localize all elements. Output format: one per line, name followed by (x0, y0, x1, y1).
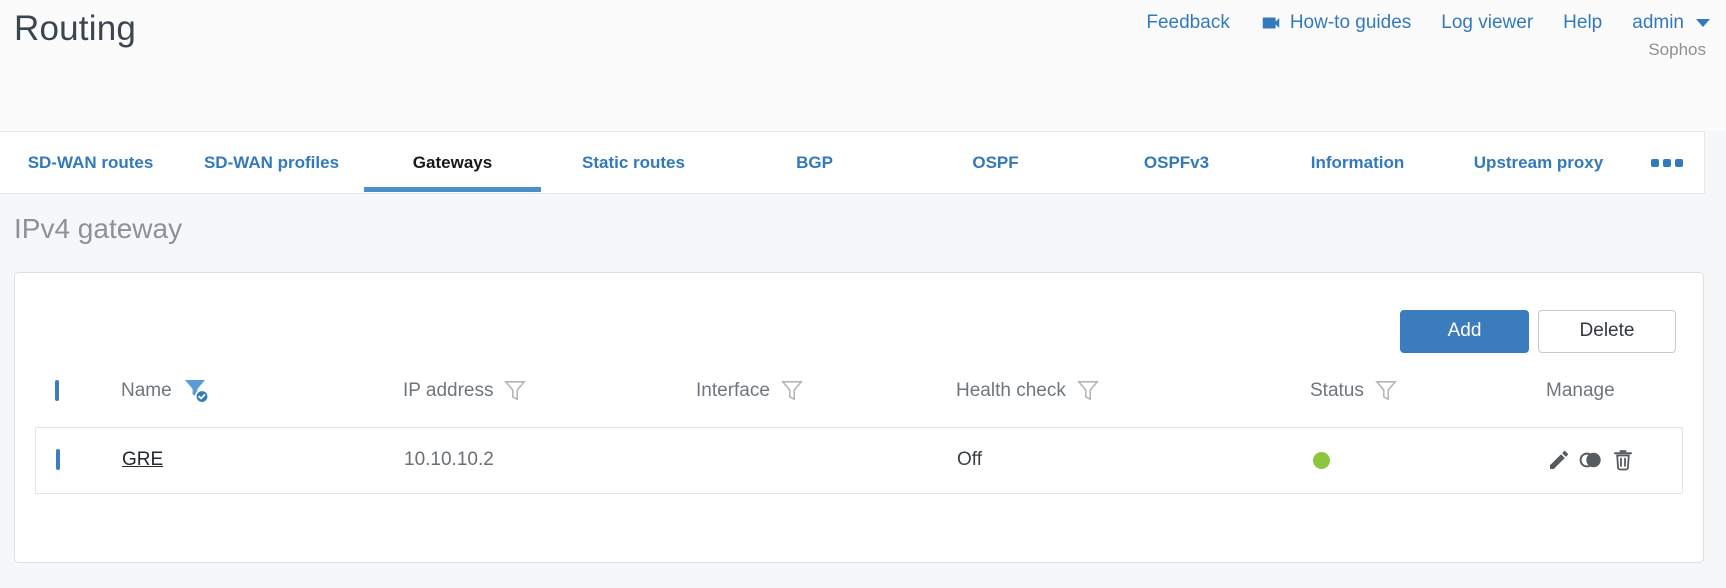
help-link-label: Help (1563, 12, 1603, 33)
help-link[interactable]: Help (1563, 12, 1602, 34)
table-row: GRE 10.10.10.2 Off (35, 426, 1683, 494)
status-green-dot (1313, 451, 1330, 469)
user-menu[interactable]: admin (1632, 12, 1710, 34)
column-header-name: Name (111, 377, 393, 404)
column-header-manage: Manage (1536, 380, 1683, 402)
video-camera-icon (1260, 12, 1282, 34)
column-header-manage-label: Manage (1546, 379, 1615, 401)
log-viewer-link[interactable]: Log viewer (1441, 12, 1533, 34)
content-area: IPv4 gateway Add Delete Name IP address … (0, 212, 1726, 563)
tab-gateways[interactable]: Gateways (362, 132, 543, 193)
tab-ospf[interactable]: OSPF (905, 132, 1086, 193)
tab-bgp[interactable]: BGP (724, 132, 905, 193)
gateway-ip-cell: 10.10.10.2 (404, 449, 494, 471)
tab-bar: SD-WAN routes SD-WAN profiles Gateways S… (0, 131, 1705, 194)
gateway-manage-cell (1537, 448, 1682, 472)
tab-upstream-proxy[interactable]: Upstream proxy (1448, 132, 1629, 193)
filter-icon[interactable] (1076, 379, 1099, 403)
ellipsis-icon (1650, 158, 1659, 167)
feedback-link-label: Feedback (1146, 12, 1230, 33)
header-checkbox-cell (35, 379, 111, 401)
section-heading: IPv4 gateway (14, 213, 183, 244)
column-header-ip-address: IP address (393, 379, 686, 403)
table-header: Name IP address Interface Health check S… (35, 376, 1683, 406)
filter-icon[interactable] (504, 379, 527, 403)
column-header-health-label: Health check (956, 379, 1066, 401)
chevron-down-icon (1696, 19, 1710, 27)
column-header-interface: Interface (686, 379, 946, 403)
column-header-status-label: Status (1310, 379, 1364, 401)
column-header-ip-label: IP address (403, 379, 494, 401)
panel-toolbar: Add Delete (35, 273, 1683, 353)
clone-icon[interactable] (1578, 448, 1604, 472)
gateway-name-link[interactable]: GRE (122, 449, 163, 470)
row-checkbox-cell (36, 449, 112, 471)
brand-label: Sophos (1648, 40, 1706, 59)
page-title: Routing (14, 9, 137, 48)
column-header-status: Status (1300, 379, 1536, 403)
tab-sdwan-routes[interactable]: SD-WAN routes (0, 132, 181, 193)
feedback-link[interactable]: Feedback (1146, 12, 1229, 34)
gateway-status-cell (1301, 451, 1537, 469)
top-nav: Feedback How-to guides Log viewer Help a… (1146, 12, 1710, 34)
row-checkbox[interactable] (56, 449, 60, 471)
select-all-checkbox[interactable] (55, 379, 59, 401)
column-header-name-label: Name (121, 379, 172, 401)
gateway-panel: Add Delete Name IP address Interface Hea… (14, 271, 1704, 563)
delete-button[interactable]: Delete (1538, 309, 1676, 353)
filter-icon[interactable] (781, 379, 803, 403)
gateway-name-cell: GRE (112, 449, 394, 471)
more-tabs-button[interactable] (1629, 132, 1704, 193)
filter-active-icon[interactable] (183, 377, 211, 404)
page-header: Routing Feedback How-to guides Log viewe… (0, 0, 1726, 131)
tab-static-routes[interactable]: Static routes (543, 132, 724, 193)
column-header-interface-label: Interface (696, 379, 770, 401)
add-button[interactable]: Add (1400, 309, 1529, 353)
tab-information[interactable]: Information (1267, 132, 1448, 193)
user-menu-label: admin (1632, 12, 1684, 33)
delete-trash-icon[interactable] (1611, 448, 1635, 472)
tab-sdwan-profiles[interactable]: SD-WAN profiles (181, 132, 362, 193)
header-right: Feedback How-to guides Log viewer Help a… (1146, 6, 1710, 60)
howto-guides-link-label: How-to guides (1289, 12, 1412, 33)
column-header-health-check: Health check (946, 379, 1300, 403)
filter-icon[interactable] (1375, 379, 1397, 403)
howto-guides-link[interactable]: How-to guides (1260, 12, 1411, 34)
edit-pencil-icon[interactable] (1547, 448, 1571, 472)
log-viewer-link-label: Log viewer (1441, 12, 1534, 33)
gateway-health-cell: Off (957, 449, 982, 471)
tab-ospfv3[interactable]: OSPFv3 (1086, 132, 1267, 193)
